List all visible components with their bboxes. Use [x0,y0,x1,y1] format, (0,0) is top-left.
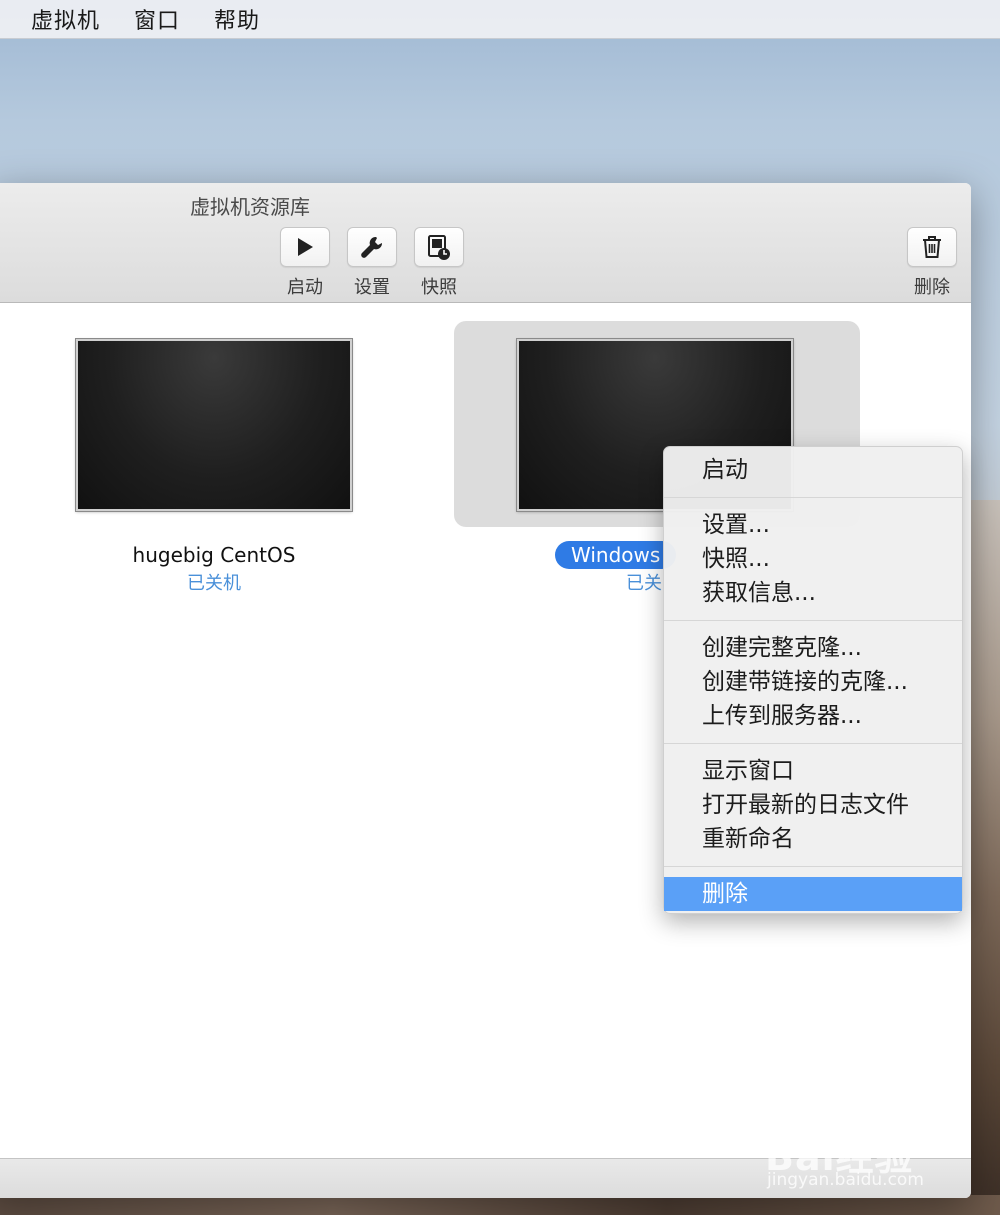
watermark-url: jingyan.baidu.com [767,1170,924,1190]
menu-item-snapshot[interactable]: 快照... [664,542,962,576]
play-icon [298,238,313,256]
menu-item-rename[interactable]: 重新命名 [664,822,962,856]
settings-label: 设置 [354,277,390,298]
context-menu: 启动 设置... 快照... 获取信息... 创建完整克隆... 创建带链接的克… [663,446,963,914]
snapshot-button[interactable] [414,227,464,267]
vm-name-windows[interactable]: Windows [555,541,677,569]
menu-separator [664,743,962,744]
snapshot-icon [428,235,450,260]
menu-separator [664,497,962,498]
baidu-watermark: Bai经验 jingyan.baidu.com [765,1108,955,1198]
vm-name-centos[interactable]: hugebig CentOS [85,543,343,567]
delete-button[interactable] [907,227,957,267]
snapshot-label: 快照 [421,277,457,298]
window-title: 虚拟机资源库 [190,195,310,219]
menu-item-start[interactable]: 启动 [664,453,962,487]
menu-item-linked-clone[interactable]: 创建带链接的克隆... [664,665,962,699]
snapshot-tool[interactable]: 快照 [413,227,465,299]
wrench-icon [361,236,383,258]
menu-item-show-window[interactable]: 显示窗口 [664,754,962,788]
start-tool[interactable]: 启动 [279,227,331,299]
settings-tool[interactable]: 设置 [346,227,398,299]
menu-bar: 虚拟机 窗口 帮助 [0,0,1000,39]
menu-item-get-info[interactable]: 获取信息... [664,576,962,610]
menu-help[interactable]: 帮助 [214,3,260,35]
delete-tool[interactable]: 删除 [906,227,958,299]
window-toolbar: 虚拟机资源库 启动 设置 快照 删除 [0,183,971,303]
settings-button[interactable] [347,227,397,267]
start-button[interactable] [280,227,330,267]
menu-item-settings[interactable]: 设置... [664,508,962,542]
trash-icon [923,236,941,258]
menu-separator [664,620,962,621]
menu-window[interactable]: 窗口 [134,3,180,35]
vm-status-windows: 已关 [626,573,662,594]
delete-label: 删除 [914,277,950,298]
menu-item-upload-server[interactable]: 上传到服务器... [664,699,962,733]
vm-status-centos: 已关机 [187,573,241,594]
menu-item-full-clone[interactable]: 创建完整克隆... [664,631,962,665]
menu-virtual-machine[interactable]: 虚拟机 [31,3,100,35]
menu-item-open-log[interactable]: 打开最新的日志文件 [664,788,962,822]
menu-item-delete[interactable]: 删除 [664,877,962,911]
start-label: 启动 [287,277,323,298]
menu-separator [664,866,962,867]
vm-thumbnail-centos[interactable] [76,339,352,511]
desktop-background-bottom [0,1195,1000,1215]
